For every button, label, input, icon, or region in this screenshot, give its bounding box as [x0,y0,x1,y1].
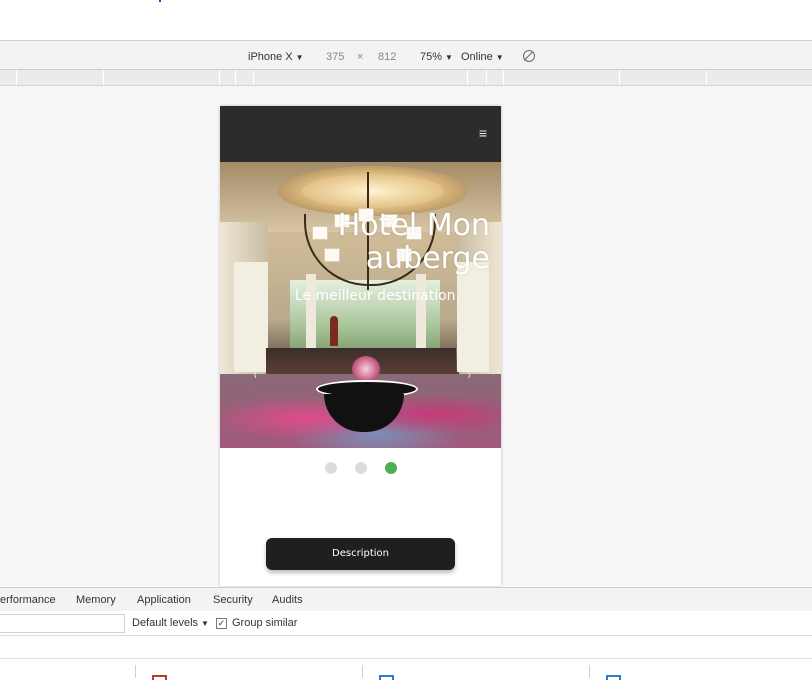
ruler-divider [503,70,504,85]
hero-carousel: Hotel Mon auberge Le meilleur destinatio… [220,162,501,448]
browser-top-area [0,0,812,41]
hamburger-menu-icon[interactable]: ≡ [479,126,487,140]
hero-subtitle: Le meilleur destination. [294,288,460,304]
group-similar-label: Group similar [232,617,298,629]
console-filter-input[interactable] [0,614,125,633]
ruler-divider [219,70,220,85]
rotate-icon-slash [523,51,534,61]
rotate-icon[interactable] [523,50,535,62]
dimension-separator: × [357,51,364,63]
zoom-select[interactable]: 75% ▼ [420,41,453,69]
tab-security[interactable]: Security [213,588,253,611]
levels-select[interactable]: Default levels ▼ [132,611,209,635]
ruler-divider [103,70,104,85]
carousel-indicator[interactable] [325,462,337,474]
drawer-bottom-row [0,659,812,680]
zoom-select-label: 75% [420,51,443,63]
device-select[interactable]: iPhone X ▼ [248,41,304,69]
hero-person [330,316,338,346]
ruler-divider [235,70,236,85]
media-query-ruler[interactable] [0,70,812,86]
hero-title-line: auberge [365,241,490,276]
tab-memory[interactable]: Memory [76,588,116,611]
console-output[interactable] [0,636,812,659]
network-select-label: Online [461,51,493,63]
hero-title-line: Hotel Mon [337,208,490,243]
carousel-prev-icon[interactable]: ‹ [254,366,257,382]
column-divider [135,665,136,678]
chevron-down-icon: ▼ [201,619,209,628]
device-select-label: iPhone X [248,51,293,63]
flower-arrangement [352,356,380,382]
device-toolbar: iPhone X ▼ 375 × 812 75% ▼ Online ▼ [0,41,812,70]
group-similar-checkbox[interactable]: ✓ [216,618,227,629]
phone-frame: ≡ Hotel Mon auberge Le meilleur destinat… [220,106,501,586]
ruler-divider [486,70,487,85]
cursor-dot [159,0,161,2]
chevron-down-icon: ▼ [295,53,304,62]
tab-performance[interactable]: erformance [0,588,56,611]
ruler-divider [253,70,254,85]
width-input[interactable]: 375 [326,41,344,69]
chevron-down-icon: ▼ [445,53,453,62]
ruler-divider [467,70,468,85]
tab-audits[interactable]: Audits [272,588,303,611]
console-toolbar: Default levels ▼ ✓ Group similar [0,611,812,636]
ruler-divider [619,70,620,85]
carousel-indicator[interactable] [355,462,367,474]
levels-select-label: Default levels [132,617,199,629]
ruler-divider [706,70,707,85]
column-divider [362,665,363,678]
ruler-divider [16,70,17,85]
network-select[interactable]: Online ▼ [461,41,504,69]
height-input[interactable]: 812 [378,41,396,69]
column-divider [589,665,590,678]
carousel-next-icon[interactable]: › [468,366,471,382]
hero-pilaster-right [457,262,489,372]
devtools-tab-bar: erformance Memory Application Security A… [0,587,812,612]
chevron-down-icon: ▼ [495,53,504,62]
tab-application[interactable]: Application [137,588,191,611]
hero-dome-inner [302,174,444,208]
carousel-indicator[interactable] [385,462,397,474]
hero-pilaster-left [234,262,268,372]
site-navbar: ≡ [220,106,501,162]
description-button[interactable]: Description [266,538,455,570]
hero-title: Hotel Mon auberge [290,209,490,275]
